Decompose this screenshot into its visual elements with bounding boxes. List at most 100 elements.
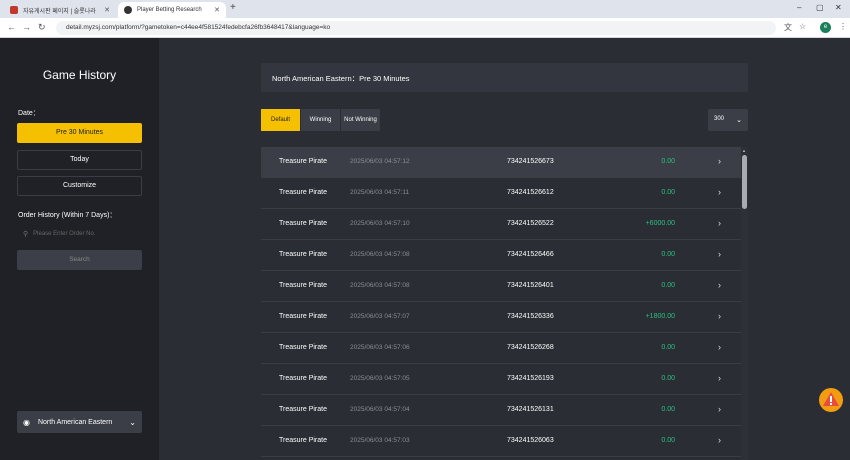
maximize-icon[interactable]: ▢ xyxy=(816,3,824,12)
chevron-right-icon[interactable]: › xyxy=(718,435,721,445)
game-name: Treasure Pirate xyxy=(279,344,327,351)
list-item[interactable]: Treasure Pirate 2025/06/03 04:57:11 7342… xyxy=(261,178,741,209)
filter-default[interactable]: Default xyxy=(261,109,301,131)
list-item[interactable]: Treasure Pirate 2025/06/03 04:57:07 7342… xyxy=(261,302,741,333)
chevron-right-icon[interactable]: › xyxy=(718,218,721,228)
page-size-value: 300 xyxy=(714,116,725,122)
win-amount: 0.00 xyxy=(661,375,675,382)
list-item[interactable]: Treasure Pirate 2025/06/03 04:57:08 7342… xyxy=(261,240,741,271)
bet-time: 2025/06/03 04:57:10 xyxy=(350,220,410,227)
bet-time: 2025/06/03 04:57:04 xyxy=(350,406,410,413)
win-amount: 0.00 xyxy=(661,282,675,289)
sidebar-title: Game History xyxy=(42,68,117,82)
list-item[interactable]: Treasure Pirate 2025/06/03 04:57:12 7342… xyxy=(261,147,741,178)
list-item[interactable]: Treasure Pirate 2025/06/03 04:57:04 7342… xyxy=(261,395,741,426)
bet-id: 734241526401 xyxy=(507,282,554,289)
list-item[interactable]: Treasure Pirate 2025/06/03 04:57:05 7342… xyxy=(261,364,741,395)
bet-id: 734241526673 xyxy=(507,158,554,165)
win-amount: 0.00 xyxy=(661,251,675,258)
search-button[interactable]: Search xyxy=(17,250,142,270)
win-amount: 0.00 xyxy=(661,158,675,165)
bet-id: 734241526063 xyxy=(507,437,554,444)
sidebar: Game History Date： Pre 30 Minutes Today … xyxy=(0,38,159,460)
warning-icon[interactable] xyxy=(818,387,844,413)
chevron-right-icon[interactable]: › xyxy=(718,373,721,383)
game-name: Treasure Pirate xyxy=(279,189,327,196)
chevron-right-icon[interactable]: › xyxy=(718,156,721,166)
search-icon: ⚲ xyxy=(23,231,29,238)
bet-time: 2025/06/03 04:57:12 xyxy=(350,158,410,165)
close-window-icon[interactable]: ✕ xyxy=(835,3,842,12)
bet-time: 2025/06/03 04:57:08 xyxy=(350,251,410,258)
results-header-text: North American Eastern：Pre 30 Minutes xyxy=(272,74,410,83)
game-name: Treasure Pirate xyxy=(279,375,327,382)
list-scrollbar[interactable]: ▲ xyxy=(741,147,748,460)
chevron-right-icon[interactable]: › xyxy=(718,249,721,259)
menu-kebab-icon[interactable]: ⋮ xyxy=(839,22,847,31)
bet-id: 734241526466 xyxy=(507,251,554,258)
scroll-up-icon[interactable]: ▲ xyxy=(742,148,746,153)
list-item[interactable]: Treasure Pirate 2025/06/03 04:57:08 7342… xyxy=(261,271,741,302)
game-name: Treasure Pirate xyxy=(279,251,327,258)
back-icon[interactable]: ← xyxy=(7,22,16,32)
win-amount: 0.00 xyxy=(661,437,675,444)
chevron-right-icon[interactable]: › xyxy=(718,404,721,414)
bet-time: 2025/06/03 04:57:05 xyxy=(350,375,410,382)
bet-id: 734241526131 xyxy=(507,406,554,413)
bet-id: 734241526336 xyxy=(507,313,554,320)
date-option-customize[interactable]: Customize xyxy=(17,176,142,196)
bet-time: 2025/06/03 04:57:03 xyxy=(350,437,410,444)
bet-time: 2025/06/03 04:57:06 xyxy=(350,344,410,351)
translate-icon[interactable]: 文 xyxy=(784,22,792,33)
bet-history-list: Treasure Pirate 2025/06/03 04:57:12 7342… xyxy=(261,147,741,457)
results-header: North American Eastern：Pre 30 Minutes xyxy=(261,63,748,92)
browser-address-bar: ← → ↻ detail.myzsj.com/platform/?gametok… xyxy=(0,18,850,38)
bet-id: 734241526268 xyxy=(507,344,554,351)
close-tab-icon[interactable]: ✕ xyxy=(214,6,220,14)
main-panel: North American Eastern：Pre 30 Minutes De… xyxy=(159,38,850,460)
order-number-placeholder: Please Enter Order No. xyxy=(33,231,96,237)
browser-tab-bar: 자유게시판 페이지 | 슬롯나라 ✕ Player Betting Resear… xyxy=(0,0,850,18)
bookmark-star-icon[interactable]: ☆ xyxy=(799,22,806,31)
url-field[interactable]: detail.myzsj.com/platform/?gametoken=c44… xyxy=(56,21,776,35)
minimize-icon[interactable]: – xyxy=(797,3,801,12)
tab-label: Player Betting Research xyxy=(137,7,202,13)
date-option-pre-30-minutes[interactable]: Pre 30 Minutes xyxy=(17,123,142,143)
forward-icon[interactable]: → xyxy=(22,22,31,32)
chevron-right-icon[interactable]: › xyxy=(718,311,721,321)
close-tab-icon[interactable]: ✕ xyxy=(104,6,110,14)
timezone-value: North American Eastern xyxy=(37,418,113,426)
game-name: Treasure Pirate xyxy=(279,406,327,413)
bet-id: 734241526612 xyxy=(507,189,554,196)
date-option-today[interactable]: Today xyxy=(17,150,142,170)
timezone-select[interactable]: ◉ North American Eastern ⌄ xyxy=(17,411,142,433)
page-size-select[interactable]: 300 ⌄ xyxy=(708,109,748,131)
list-item[interactable]: Treasure Pirate 2025/06/03 04:57:06 7342… xyxy=(261,333,741,364)
profile-avatar[interactable]: e xyxy=(820,22,831,33)
chevron-right-icon[interactable]: › xyxy=(718,187,721,197)
game-name: Treasure Pirate xyxy=(279,220,327,227)
url-text: detail.myzsj.com/platform/?gametoken=c44… xyxy=(66,24,331,31)
list-item[interactable]: Treasure Pirate 2025/06/03 04:57:10 7342… xyxy=(261,209,741,240)
scrollbar-thumb[interactable] xyxy=(742,155,747,209)
chevron-right-icon[interactable]: › xyxy=(718,342,721,352)
win-amount: +6000.00 xyxy=(645,220,675,227)
bet-time: 2025/06/03 04:57:08 xyxy=(350,282,410,289)
site-favicon-icon xyxy=(124,6,132,14)
bet-time: 2025/06/03 04:57:11 xyxy=(350,189,410,196)
new-tab-icon[interactable]: + xyxy=(230,2,236,13)
game-name: Treasure Pirate xyxy=(279,158,327,165)
browser-tab-2[interactable]: Player Betting Research ✕ xyxy=(118,2,226,18)
reload-icon[interactable]: ↻ xyxy=(38,22,46,33)
win-amount: 0.00 xyxy=(661,189,675,196)
filter-not-winning[interactable]: Not Winning xyxy=(341,109,381,131)
list-item[interactable]: Treasure Pirate 2025/06/03 04:57:03 7342… xyxy=(261,426,741,457)
browser-tab-1[interactable]: 자유게시판 페이지 | 슬롯나라 ✕ xyxy=(4,2,116,18)
filter-winning[interactable]: Winning xyxy=(301,109,341,131)
result-filter-group: Default Winning Not Winning xyxy=(261,109,381,131)
win-amount: 0.00 xyxy=(661,344,675,351)
win-amount: +1800.00 xyxy=(645,313,675,320)
order-number-input[interactable]: ⚲ Please Enter Order No. xyxy=(17,226,107,242)
chevron-right-icon[interactable]: › xyxy=(718,280,721,290)
bet-id: 734241526193 xyxy=(507,375,554,382)
